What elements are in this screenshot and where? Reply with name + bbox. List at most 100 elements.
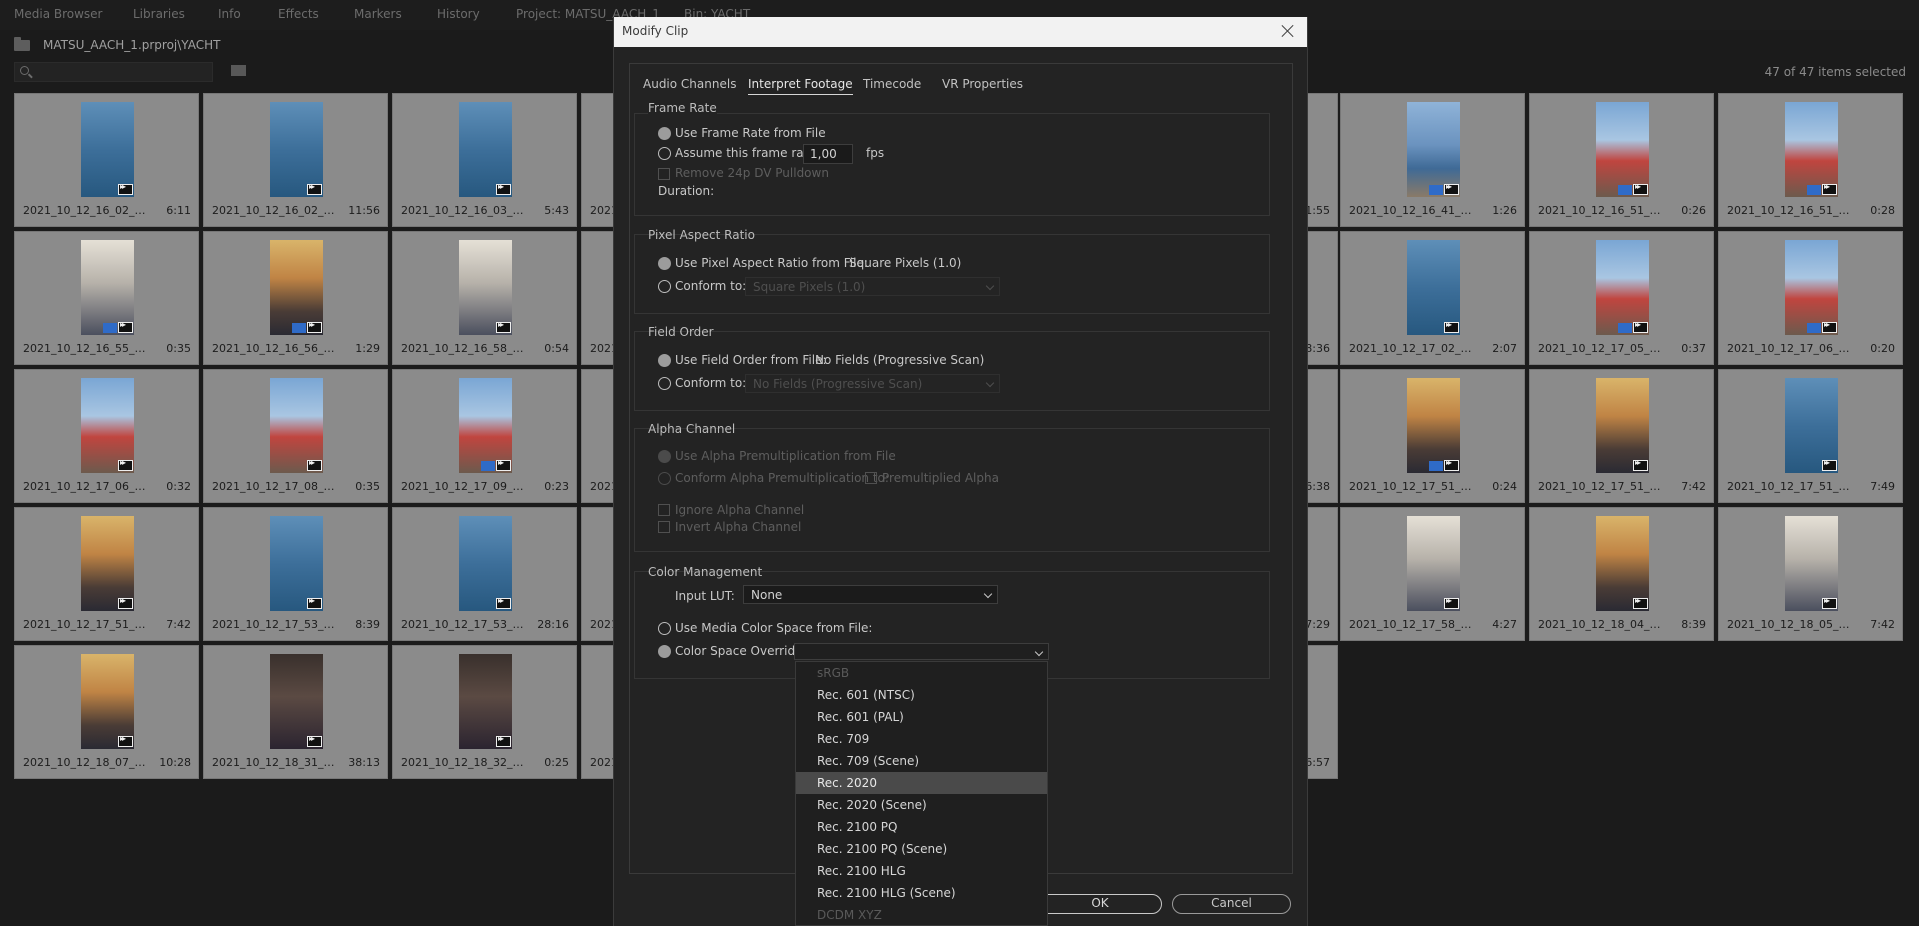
clip-tile[interactable]: 2021_10_12_16_03_IMG_... 5:43 [392,93,577,227]
close-icon[interactable] [1279,22,1297,40]
assume-frame-rate-label: Assume this frame rate: [675,146,820,160]
tab-history[interactable]: History [437,7,480,21]
clip-tile[interactable]: 2021 [581,507,618,641]
chevron-down-icon [983,589,993,599]
use-alpha-premult-radio[interactable] [658,450,671,463]
premultiplied-checkbox[interactable] [865,472,877,484]
use-frame-rate-radio[interactable] [658,127,671,140]
clip-tile[interactable]: 2021_10_12_18_32_IMG_... 0:25 [392,645,577,779]
tab-interpret-footage[interactable]: Interpret Footage [748,77,853,95]
clip-tile[interactable]: 2021_10_12_18_31_IMG_... 38:13 [203,645,388,779]
tab-timecode[interactable]: Timecode [863,77,921,91]
pixel-aspect-select[interactable]: Square Pixels (1.0) [745,277,1000,296]
pulldown-checkbox[interactable] [658,168,670,180]
clip-tile[interactable]: 2021_10_12_16_02_IMG_... 11:56 [203,93,388,227]
clip-tile[interactable]: 8:36 [1305,231,1338,365]
color-space-option[interactable]: Rec. 2020 [796,772,1047,794]
clip-tile[interactable]: 2021_10_12_17_08_IMG_... 0:35 [203,369,388,503]
tab-audio-channels[interactable]: Audio Channels [643,77,736,91]
clip-tile[interactable]: 7:29 [1305,507,1338,641]
color-space-option[interactable]: Rec. 2020 (Scene) [796,794,1047,816]
invert-alpha-checkbox[interactable] [658,521,670,533]
clip-tile[interactable]: 2021_10_12_17_06_IMG_... 0:20 [1718,231,1903,365]
vr-badge-icon [1807,185,1821,195]
video-clip-icon [1633,458,1648,471]
dialog-titlebar[interactable]: Modify Clip [614,17,1307,47]
vr-badge-icon [292,323,306,333]
clip-tile[interactable]: 2021 [581,369,618,503]
clip-tile[interactable]: 2021_10_12_18_07_IMG... 10:28 [14,645,199,779]
search-input[interactable] [14,62,213,82]
tab-vr-properties[interactable]: VR Properties [942,77,1023,91]
color-override-select[interactable] [794,643,1049,660]
ignore-alpha-checkbox[interactable] [658,504,670,516]
tab-libraries[interactable]: Libraries [133,7,185,21]
use-pixel-aspect-radio[interactable] [658,257,671,270]
clip-tile[interactable]: 2021_10_12_17_02_IMG_... 2:07 [1340,231,1525,365]
field-order-select[interactable]: No Fields (Progressive Scan) [745,374,1000,393]
tab-info[interactable]: Info [218,7,241,21]
clip-name: 2021_10_12_17_51_IMG_... [1538,480,1663,493]
clip-tile[interactable]: 2021_10_12_17_05_IMG_... 0:37 [1529,231,1714,365]
color-override-radio[interactable] [658,645,671,658]
color-space-option[interactable]: Rec. 601 (NTSC) [796,684,1047,706]
clip-tile[interactable]: 2021_10_12_17_51_IMG_... 7:42 [14,507,199,641]
use-field-order-radio[interactable] [658,354,671,367]
clip-tile[interactable]: 2021_10_12_17_51_IMG_... 7:49 [1718,369,1903,503]
clip-tile[interactable]: 2021_10_12_18_05_IMG_... 7:42 [1718,507,1903,641]
clip-thumbnail [459,516,512,611]
assume-frame-rate-radio[interactable] [658,147,671,160]
clip-tile[interactable]: 2021_10_12_16_51_IMG_... 0:28 [1718,93,1903,227]
color-space-option[interactable]: Rec. 709 [796,728,1047,750]
color-space-dropdown: sRGB Rec. 601 (NTSC) Rec. 601 (PAL) Rec. 70… [795,661,1048,926]
use-media-color-radio[interactable] [658,622,671,635]
tab-markers[interactable]: Markers [354,7,402,21]
ok-button[interactable]: OK [1038,894,1162,914]
clip-tile[interactable]: 2021_10_12_18_04_IMG_... 8:39 [1529,507,1714,641]
clip-tile[interactable]: 2021 [581,93,618,227]
color-space-option[interactable]: Rec. 601 (PAL) [796,706,1047,728]
clip-tile[interactable]: 6:57 [1305,645,1338,779]
clip-tile[interactable]: 2021_10_12_17_53_IMG_... 8:39 [203,507,388,641]
color-space-option[interactable]: Rec. 2100 PQ (Scene) [796,838,1047,860]
clip-tile[interactable]: 2021_10_12_16_02_IMG_... 6:11 [14,93,199,227]
color-space-option[interactable]: Rec. 2100 HLG [796,860,1047,882]
clip-tile[interactable]: 2021_10_12_17_51_IMG_... 0:24 [1340,369,1525,503]
clip-duration: 7:29 [1305,618,1330,631]
clip-tile[interactable]: 2021 [581,231,618,365]
clip-duration: 7:49 [1870,480,1895,493]
video-clip-icon [118,182,133,195]
cancel-button[interactable]: Cancel [1172,894,1291,914]
color-space-option[interactable]: Rec. 2100 PQ [796,816,1047,838]
tab-media-browser[interactable]: Media Browser [14,7,102,21]
color-space-option[interactable]: Rec. 2100 HLG (Scene) [796,882,1047,904]
clip-tile[interactable]: 2021_10_12_17_06_IMG_... 0:32 [14,369,199,503]
clip-tile[interactable]: 2021_10_12_17_51_IMG_... 7:42 [1529,369,1714,503]
tab-effects[interactable]: Effects [278,7,319,21]
clip-tile[interactable]: 6:38 [1305,369,1338,503]
chevron-down-icon [985,378,995,388]
clip-tile[interactable]: 1:55 [1305,93,1338,227]
conform-alpha-premult-radio[interactable] [658,472,671,485]
clip-thumbnail [270,516,323,611]
clip-tile[interactable]: 2021_10_12_17_58_IMG_... 4:27 [1340,507,1525,641]
clip-name: 2021_10_12_16_03_IMG_... [401,204,526,217]
conform-field-order-radio[interactable] [658,377,671,390]
color-space-option[interactable]: Rec. 709 (Scene) [796,750,1047,772]
clip-tile[interactable]: 2021_10_12_16_58_IMG_... 0:54 [392,231,577,365]
new-bin-icon[interactable] [231,65,246,76]
frame-rate-input[interactable]: 1,00 [803,144,853,164]
clip-tile[interactable]: 2021_10_12_16_56_IMG_... 1:29 [203,231,388,365]
clip-tile[interactable]: 2021_10_12_16_41_IMG_... 1:26 [1340,93,1525,227]
clip-tile[interactable]: 2021_10_12_17_53_IMG_... 28:16 [392,507,577,641]
clip-tile[interactable]: 2021_10_12_16_51_IMG_... 0:26 [1529,93,1714,227]
clip-name: 2021_10_12_16_51_IMG_... [1538,204,1663,217]
use-field-order-label: Use Field Order from File: [675,353,827,367]
clip-tile[interactable]: 2021 [581,645,618,779]
conform-pixel-aspect-radio[interactable] [658,280,671,293]
clip-thumbnail [1596,378,1649,473]
clip-tile[interactable]: 2021_10_12_17_09_IMG_... 0:23 [392,369,577,503]
clip-tile[interactable]: 2021_10_12_16_55_IMG_... 0:35 [14,231,199,365]
input-lut-select[interactable]: None [743,585,998,604]
conform-pixel-aspect-label: Conform to: [675,279,747,293]
